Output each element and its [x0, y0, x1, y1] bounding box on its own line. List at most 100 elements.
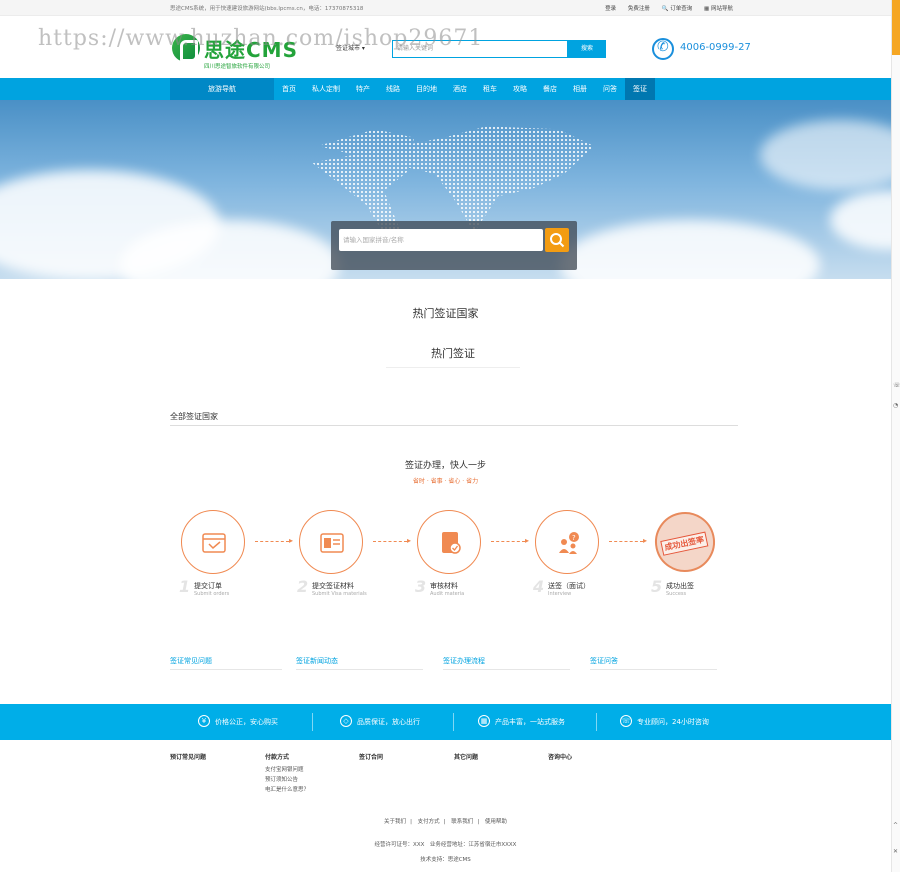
country-search-input[interactable]: 请输入国家拼音/名称	[339, 229, 543, 251]
arrow-icon	[491, 536, 529, 545]
promise-price: ¥ 价格公正，安心购买	[198, 704, 278, 740]
step-label: 送签（面试）	[548, 582, 590, 590]
nav-item[interactable]: 餐店	[535, 78, 565, 100]
hero-banner: 请输入国家拼音/名称	[0, 100, 891, 279]
site-intro: 思途CMS系统，用于快速建设旅游网站(bbs.lpcms.cn，电话：17370…	[170, 6, 364, 12]
headset-icon: ☏	[620, 715, 632, 727]
main-nav: 旅游导航 首页 私人定制 特产 线路 目的地 酒店 租车 攻略 餐店 相册 问答 签证	[0, 78, 891, 100]
header-search-input[interactable]: 请输入关键词	[392, 40, 568, 58]
header: 思途CMS 四川思途智旅软件有限公司 签证城市 ▾ 请输入关键词 搜索 4006…	[0, 16, 891, 78]
right-float-bar: ☏ ◔ ^ ✕	[891, 0, 900, 872]
nav-items: 首页 私人定制 特产 线路 目的地 酒店 租车 攻略 餐店 相册 问答 签证	[274, 78, 655, 100]
service-promise-bar: ¥ 价格公正，安心购买 ◇ 品质保证，放心出行 ▦ 产品丰富，一站式服务 ☏ 专业顾问，…	[0, 704, 891, 740]
footer-license: 经营许可证号：XXX 业务经营地址：江苏省宿迁市XXXX	[374, 842, 517, 848]
nav-item[interactable]: 相册	[565, 78, 595, 100]
step-en: Submit Visa materials	[312, 591, 367, 597]
step-en: Submit orders	[194, 591, 230, 597]
register-link[interactable]: 免费注册	[628, 6, 650, 12]
process-subtitle: 省时 · 省事 · 省心 · 省力	[412, 478, 479, 485]
arrow-icon	[255, 536, 293, 545]
contact-link[interactable]: 联系我们	[451, 819, 473, 825]
payment-link[interactable]: 支付方式	[418, 819, 440, 825]
interview-icon: ?	[559, 532, 579, 554]
step-en: Success	[666, 591, 687, 597]
footer-link[interactable]: 电汇是什么意思？	[265, 785, 309, 793]
visa-qa-link[interactable]: 签证问答	[590, 656, 717, 670]
step-label: 审核材料	[430, 582, 458, 590]
about-link[interactable]: 关于我们	[384, 819, 406, 825]
step-submit-order	[181, 510, 245, 574]
footer-col-contract: 签订合同	[359, 754, 384, 761]
audit-icon	[442, 532, 461, 554]
footer-tech: 技术支持：思途CMS	[420, 857, 471, 863]
footer-col-booking: 预订常见问题	[170, 754, 207, 761]
float-service-tab[interactable]	[892, 0, 900, 55]
nav-item[interactable]: 签证	[625, 78, 655, 100]
footer-col-other: 其它问题	[454, 754, 479, 761]
nav-item[interactable]: 首页	[274, 78, 304, 100]
nav-item[interactable]: 特产	[348, 78, 378, 100]
grid-icon: ▦	[478, 715, 490, 727]
nav-item[interactable]: 酒店	[445, 78, 475, 100]
visa-process-link[interactable]: 签证办理流程	[443, 656, 570, 670]
logo-name: 思途CMS	[204, 38, 298, 62]
nav-item[interactable]: 租车	[475, 78, 505, 100]
arrow-icon	[609, 536, 647, 545]
help-link[interactable]: 使用帮助	[485, 819, 507, 825]
top-links: 登录 免费注册 🔍 订单查询 ▦ 网站导航	[595, 4, 733, 12]
logo[interactable]: 思途CMS 四川思途智旅软件有限公司	[170, 34, 310, 74]
visa-faq-link[interactable]: 签证常见问题	[170, 656, 282, 670]
step-number: 5	[651, 577, 663, 596]
step-en: Audit materia	[430, 591, 465, 597]
float-chat-icon[interactable]: ◔	[893, 402, 898, 409]
country-search-button[interactable]	[545, 228, 569, 252]
banner-search: 请输入国家拼音/名称	[331, 221, 577, 270]
header-search-button[interactable]: 搜索	[568, 40, 606, 58]
top-bar: 思途CMS系统，用于快速建设旅游网站(bbs.lpcms.cn，电话：17370…	[0, 0, 891, 16]
step-number: 4	[533, 577, 545, 596]
search-category-select[interactable]: 签证城市 ▾	[336, 42, 392, 56]
nav-item[interactable]: 攻略	[505, 78, 535, 100]
footer-link[interactable]: 预订须知公告	[265, 775, 309, 783]
phone-icon	[652, 38, 674, 60]
float-top-icon[interactable]: ^	[893, 822, 898, 829]
process-title: 签证办理，快人一步	[404, 461, 486, 471]
step-interview: ?	[535, 510, 599, 574]
arrow-icon	[373, 536, 411, 545]
order-icon	[202, 533, 226, 553]
nav-item[interactable]: 私人定制	[304, 78, 348, 100]
step-label: 成功出签	[666, 582, 694, 590]
diamond-icon: ◇	[340, 715, 352, 727]
success-stamp-icon: 成功出签率	[649, 506, 721, 578]
promise-support: ☏ 专业顾问，24小时咨询	[620, 715, 709, 727]
nav-item[interactable]: 问答	[595, 78, 625, 100]
step-number: 2	[297, 577, 309, 596]
search-icon	[550, 233, 565, 248]
promise-products: ▦ 产品丰富，一站式服务	[478, 704, 565, 740]
yen-icon: ¥	[198, 715, 210, 727]
step-label: 提交订单	[194, 582, 222, 590]
hot-countries-title: 热门签证国家	[412, 307, 479, 320]
footer-col-consult: 咨询中心	[548, 754, 573, 761]
float-phone-icon[interactable]: ☏	[893, 382, 900, 389]
step-audit	[417, 510, 481, 574]
footer-col-payment: 付款方式 支付宝网银问题 预订须知公告 电汇是什么意思？	[265, 754, 310, 793]
footer-link[interactable]: 支付宝网银问题	[265, 765, 309, 773]
promise-quality: ◇ 品质保证，放心出行	[340, 704, 420, 740]
order-query-link[interactable]: 🔍 订单查询	[662, 6, 693, 12]
site-nav-link[interactable]: ▦ 网站导航	[704, 6, 733, 12]
step-label: 提交签证材料	[312, 582, 354, 590]
footer-links: 关于我们 | 支付方式 | 联系我们 | 使用帮助	[384, 819, 507, 825]
nav-item[interactable]: 线路	[378, 78, 408, 100]
header-search: 签证城市 ▾ 请输入关键词 搜索	[336, 40, 608, 58]
nav-item[interactable]: 目的地	[408, 78, 445, 100]
visa-news-link[interactable]: 签证新闻动态	[296, 656, 423, 670]
logo-subtitle: 四川思途智旅软件有限公司	[204, 64, 271, 70]
svg-text:?: ?	[572, 534, 576, 542]
all-countries-title: 全部签证国家	[170, 411, 738, 426]
travel-guide-menu[interactable]: 旅游导航	[170, 78, 274, 100]
step-number: 3	[415, 577, 427, 596]
step-number: 1	[179, 577, 191, 596]
float-close-icon[interactable]: ✕	[893, 848, 898, 855]
login-link[interactable]: 登录	[605, 6, 616, 12]
